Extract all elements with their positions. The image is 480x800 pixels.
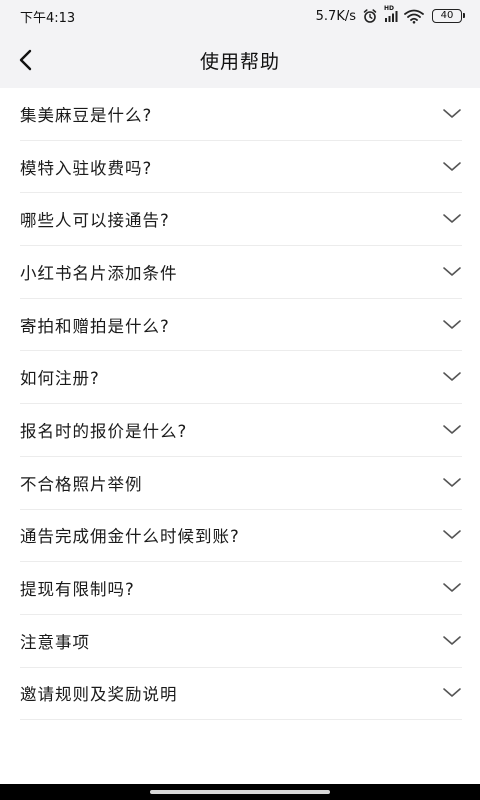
faq-item-label: 哪些人可以接通告? xyxy=(20,211,170,231)
wifi-icon xyxy=(404,9,424,24)
alarm-icon xyxy=(363,9,377,23)
home-indicator-bar xyxy=(0,784,480,800)
faq-item-label: 小红书名片添加条件 xyxy=(20,263,178,283)
faq-item[interactable]: 哪些人可以接通告? xyxy=(20,193,462,247)
faq-list: 集美麻豆是什么? 模特入驻收费吗? 哪些人可以接通告? 小红书名片添加条件 寄拍… xyxy=(0,88,480,721)
chevron-down-icon xyxy=(443,530,461,540)
chevron-down-icon xyxy=(443,635,461,645)
faq-item[interactable]: 注意事项 xyxy=(20,615,462,668)
chevron-down-icon xyxy=(443,214,461,224)
status-bar: 下午4:13 5.7K/s HD 40 xyxy=(0,0,480,32)
faq-item-label: 寄拍和赠拍是什么? xyxy=(20,316,170,336)
faq-item-label: 模特入驻收费吗? xyxy=(20,158,153,178)
status-time: 下午4:13 xyxy=(20,10,76,26)
battery-level: 40 xyxy=(440,10,454,21)
faq-item[interactable]: 不合格照片举例 xyxy=(20,457,462,510)
chevron-down-icon xyxy=(443,372,461,382)
chevron-down-icon xyxy=(443,161,461,171)
faq-item[interactable]: 寄拍和赠拍是什么? xyxy=(20,299,462,352)
faq-item[interactable]: 提现有限制吗? xyxy=(20,562,462,615)
faq-item-label: 提现有限制吗? xyxy=(20,580,135,600)
home-indicator[interactable] xyxy=(150,790,330,794)
battery-icon: 40 xyxy=(432,9,465,23)
faq-item[interactable]: 通告完成佣金什么时候到账? xyxy=(20,510,462,563)
page-title: 使用帮助 xyxy=(199,50,280,73)
faq-item-label: 集美麻豆是什么? xyxy=(20,105,153,125)
signal-icon: HD xyxy=(384,6,398,23)
chevron-down-icon xyxy=(443,688,461,698)
chevron-down-icon xyxy=(443,425,461,434)
status-indicators: 5.7K/s HD 40 xyxy=(315,6,465,24)
faq-item[interactable]: 如何注册? xyxy=(20,351,462,405)
faq-item[interactable]: 邀请规则及奖励说明 xyxy=(20,668,462,721)
chevron-down-icon xyxy=(443,583,461,592)
chevron-left-icon xyxy=(19,49,32,71)
network-speed: 5.7K/s xyxy=(315,8,356,24)
faq-item-label: 通告完成佣金什么时候到账? xyxy=(20,527,240,547)
faq-item-label: 如何注册? xyxy=(20,369,100,389)
chevron-down-icon xyxy=(443,477,461,487)
faq-item-label: 报名时的报价是什么? xyxy=(20,421,188,441)
nav-bar: 使用帮助 xyxy=(0,32,480,88)
faq-item-label: 邀请规则及奖励说明 xyxy=(20,685,178,705)
faq-item-label: 不合格照片举例 xyxy=(20,474,143,494)
faq-item[interactable]: 模特入驻收费吗? xyxy=(20,141,462,194)
faq-item[interactable]: 小红书名片添加条件 xyxy=(20,246,462,299)
faq-item[interactable]: 报名时的报价是什么? xyxy=(20,404,462,457)
chevron-down-icon xyxy=(443,267,461,276)
chevron-down-icon xyxy=(443,109,461,118)
faq-item-label: 注意事项 xyxy=(20,632,90,652)
chevron-down-icon xyxy=(443,319,461,329)
faq-item[interactable]: 集美麻豆是什么? xyxy=(20,88,462,141)
back-button[interactable] xyxy=(6,40,46,80)
